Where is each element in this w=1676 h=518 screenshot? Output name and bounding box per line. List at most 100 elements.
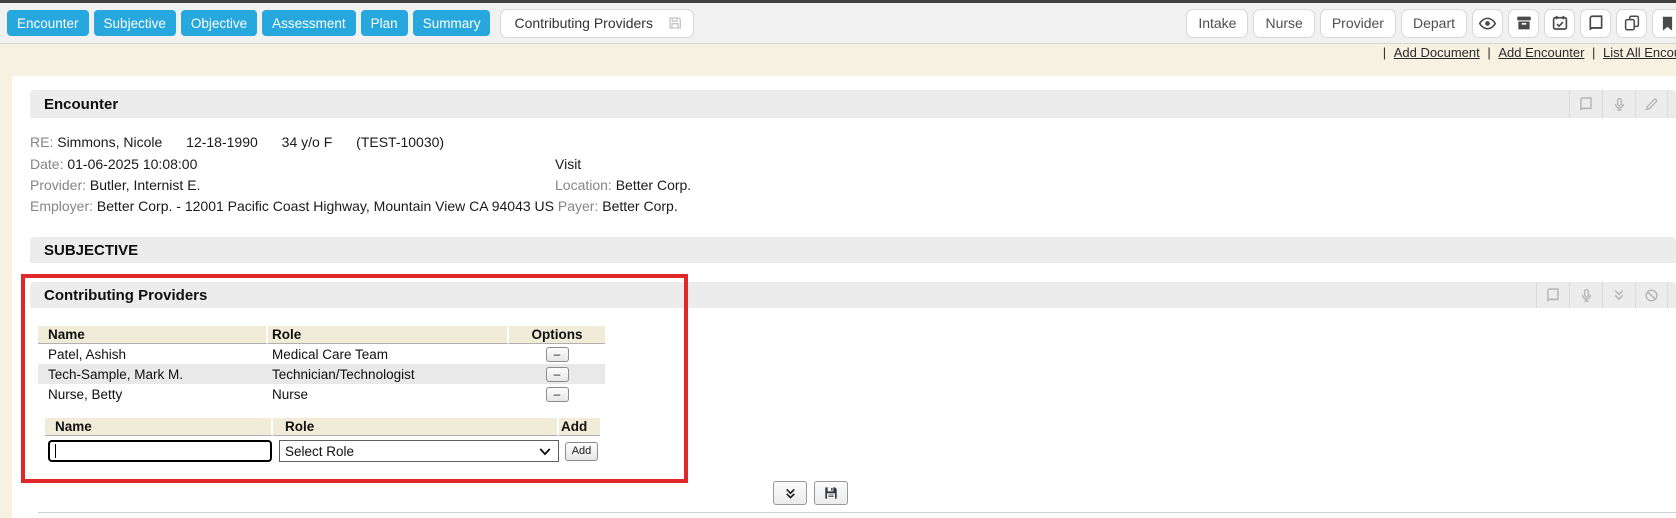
save-icon [823, 485, 839, 501]
remove-provider-button[interactable]: – [546, 387, 569, 402]
calendar-check-button[interactable] [1544, 9, 1575, 38]
subjective-section-title: SUBJECTIVE [30, 242, 138, 259]
column-header-role: Role [268, 326, 509, 344]
microphone-icon[interactable] [1569, 282, 1602, 308]
tab-plan[interactable]: Plan [361, 10, 408, 36]
chevron-down-icon [539, 447, 551, 456]
remove-provider-button[interactable]: – [546, 347, 569, 362]
add-name-cell [45, 438, 273, 464]
tab-objective[interactable]: Objective [181, 10, 257, 36]
intake-button[interactable]: Intake [1186, 9, 1248, 38]
encounter-section-header: Encounter [30, 90, 1676, 118]
copy-button[interactable] [1616, 9, 1647, 38]
book-icon[interactable] [1569, 90, 1602, 118]
provider-role-cell: Technician/Technologist [268, 364, 509, 384]
patient-age-sex: 34 y/o F [282, 134, 333, 150]
add-provider-table: Name Role Add Select Role Add [45, 418, 600, 464]
add-column-header-add: Add [559, 418, 600, 436]
visit-label: Visit [555, 156, 581, 172]
provider-name-cell: Tech-Sample, Mark M. [38, 364, 268, 384]
microphone-icon[interactable] [1602, 90, 1635, 118]
patient-dob: 12-18-1990 [186, 134, 258, 150]
add-document-link[interactable]: Add Document [1394, 45, 1480, 60]
current-form-pill[interactable]: Contributing Providers [500, 9, 694, 38]
link-separator: | [1383, 45, 1386, 60]
column-header-name: Name [38, 326, 268, 344]
contributing-providers-title: Contributing Providers [30, 287, 207, 304]
provider-name-cell: Patel, Ashish [38, 344, 268, 364]
provider-name-cell: Nurse, Betty [38, 384, 268, 404]
subjective-section-header: SUBJECTIVE [30, 237, 1676, 263]
add-column-header-role: Role [273, 418, 559, 436]
date-row: Date: 01-06-2025 10:08:00 Visit [30, 156, 1650, 176]
book-icon[interactable] [1536, 282, 1569, 308]
provider-value: Butler, Internist E. [90, 177, 201, 193]
payer-value: Better Corp. [602, 198, 677, 214]
current-form-label: Contributing Providers [514, 15, 653, 31]
patient-id: (TEST-10030) [356, 134, 444, 150]
employer-value: Better Corp. - 12001 Pacific Coast Highw… [97, 198, 554, 214]
provider-options-cell: – [509, 384, 605, 404]
remove-provider-button[interactable]: – [546, 367, 569, 382]
save-form-button[interactable] [814, 481, 848, 505]
provider-label: Provider: [30, 177, 86, 193]
contributing-providers-actions [1536, 282, 1668, 308]
pencil-icon[interactable] [1635, 90, 1668, 118]
provider-role-cell: Nurse [268, 384, 509, 404]
tab-assessment[interactable]: Assessment [262, 10, 356, 36]
contributing-providers-section-header: Contributing Providers [30, 282, 1676, 308]
column-header-options: Options [509, 326, 605, 344]
location-label: Location: [555, 177, 612, 193]
form-footer-controls [773, 481, 848, 505]
text-cursor [55, 444, 56, 458]
role-select-value: Select Role [285, 444, 354, 459]
section-divider [38, 512, 1676, 513]
encounter-form-screen: Encounter Subjective Objective Assessmen… [0, 0, 1676, 518]
save-icon[interactable] [667, 15, 683, 31]
tab-summary[interactable]: Summary [413, 10, 491, 36]
re-label: RE: [30, 134, 53, 150]
payer-label: Payer: [558, 198, 598, 214]
encounter-links: | Add Document | Add Encounter | List Al… [1383, 45, 1676, 60]
bookmark-icon [1659, 15, 1676, 32]
provider-name-input[interactable] [48, 440, 272, 462]
provider-options-cell: – [509, 364, 605, 384]
bookmark-button[interactable] [1652, 9, 1676, 38]
nurse-button[interactable]: Nurse [1253, 9, 1314, 38]
archive-button[interactable] [1508, 9, 1539, 38]
form-navigation-toolbar: Encounter Subjective Objective Assessmen… [0, 0, 1676, 44]
provider-options-cell: – [509, 344, 605, 364]
encounter-header-actions [1569, 90, 1668, 118]
encounter-section-title: Encounter [30, 96, 118, 113]
contributing-providers-table: Name Role Options Patel, Ashish Medical … [38, 326, 605, 404]
location-pair: Location: Better Corp. [555, 177, 691, 193]
copy-icon [1623, 14, 1641, 32]
add-column-header-name: Name [45, 418, 273, 436]
book-button[interactable] [1580, 9, 1611, 38]
add-provider-button[interactable]: Add [565, 442, 598, 461]
list-all-encounters-link[interactable]: List All Encounters [1603, 45, 1676, 60]
collapse-all-button[interactable] [773, 481, 807, 505]
link-separator: | [1487, 45, 1490, 60]
tab-subjective[interactable]: Subjective [94, 10, 176, 36]
employer-label: Employer: [30, 198, 93, 214]
add-encounter-link[interactable]: Add Encounter [1498, 45, 1584, 60]
calendar-check-icon [1551, 14, 1569, 32]
add-button-cell: Add [559, 438, 600, 464]
tab-encounter[interactable]: Encounter [7, 10, 89, 36]
role-select[interactable]: Select Role [279, 440, 559, 462]
circle-slash-icon[interactable] [1635, 282, 1668, 308]
chevron-double-down-icon[interactable] [1602, 282, 1635, 308]
location-value: Better Corp. [616, 177, 691, 193]
eye-icon [1478, 14, 1497, 33]
employer-row: Employer: Better Corp. - 12001 Pacific C… [30, 198, 1650, 218]
eye-button[interactable] [1472, 9, 1503, 38]
link-separator: | [1592, 45, 1595, 60]
depart-button[interactable]: Depart [1401, 9, 1467, 38]
provider-button[interactable]: Provider [1320, 9, 1396, 38]
encounter-date: 01-06-2025 10:08:00 [67, 156, 197, 172]
provider-row: Provider: Butler, Internist E. Location:… [30, 177, 1650, 197]
patient-summary-row: RE: Simmons, Nicole 12-18-1990 34 y/o F … [30, 134, 1650, 154]
provider-role-cell: Medical Care Team [268, 344, 509, 364]
chevron-double-down-icon [784, 487, 797, 500]
